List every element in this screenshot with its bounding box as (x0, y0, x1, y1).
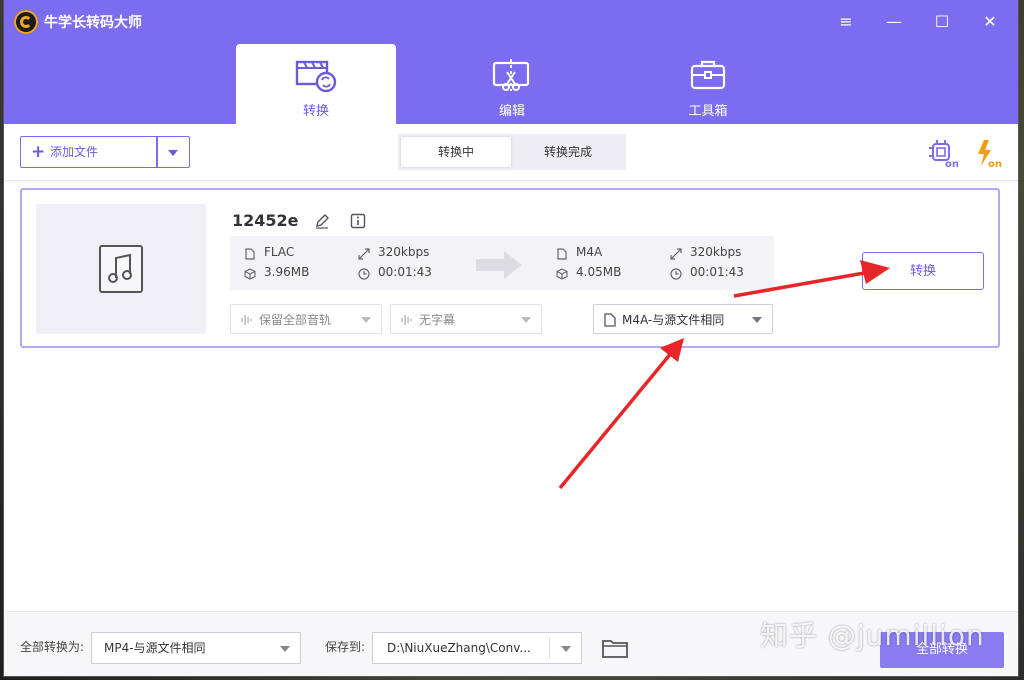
tab-convert[interactable]: 转换 (236, 44, 396, 124)
subtitle-select[interactable]: 无字幕 (390, 304, 542, 334)
save-path-value: D:\NiuXueZhang\Conv... (387, 641, 531, 655)
bitrate-icon (358, 248, 370, 260)
audio-wave-icon (241, 315, 252, 325)
source-size: 3.96MB (264, 265, 310, 279)
target-bitrate: 320kbps (690, 245, 742, 259)
chevron-down-icon (561, 646, 571, 652)
tab-convert-label: 转换 (302, 104, 329, 119)
svg-text:on: on (945, 159, 958, 168)
convert-arrow-icon (476, 251, 522, 279)
source-format: FLAC (264, 245, 295, 259)
target-bitrate-icon (670, 248, 682, 260)
convert-all-format-value: MP4-与源文件相同 (104, 641, 206, 655)
output-format-select[interactable]: M4A-与源文件相同 (593, 304, 773, 334)
tab-toolbox-label: 工具箱 (688, 104, 728, 119)
task-list: 12452e FLAC 3.96MB 320kbps 00:01:43 M4A … (4, 181, 1018, 611)
toolbox-icon (690, 60, 726, 90)
menu-button[interactable]: ≡ (832, 8, 860, 36)
app-title: 牛学长转码大师 (44, 15, 142, 31)
maximize-button[interactable]: ☐ (928, 8, 956, 36)
convert-all-to-label: 全部转换为: (20, 640, 85, 654)
add-file-button[interactable]: + 添加文件 (20, 136, 158, 168)
chevron-down-icon (280, 646, 290, 652)
edit-cut-icon (492, 59, 530, 91)
film-convert-icon (295, 60, 337, 93)
tab-toolbox[interactable]: 工具箱 (628, 44, 788, 124)
target-size-icon (556, 268, 568, 280)
folder-icon[interactable] (602, 638, 628, 658)
source-duration: 00:01:43 (378, 265, 432, 279)
app-logo-icon (14, 10, 38, 34)
subtitle-value: 无字幕 (419, 313, 456, 327)
audio-track-value: 保留全部音轨 (259, 313, 332, 327)
task-card[interactable]: 12452e FLAC 3.96MB 320kbps 00:01:43 M4A … (20, 188, 1000, 348)
file-thumbnail (36, 204, 206, 334)
file-size-icon (244, 268, 256, 280)
convert-button[interactable]: 转换 (862, 252, 984, 290)
rename-pencil-icon[interactable] (314, 213, 330, 229)
chevron-down-icon (752, 317, 762, 323)
toolbar: + 添加文件 转换中 转换完成 on on (4, 124, 1018, 181)
target-format-icon (557, 248, 567, 260)
target-clock-icon (670, 268, 682, 280)
save-to-label: 保存到: (325, 640, 366, 654)
source-bitrate: 320kbps (378, 245, 430, 259)
tab-converting[interactable]: 转换中 (401, 137, 511, 167)
watermark-text: 知乎 @jumillion (760, 619, 985, 652)
subtitle-wave-icon (401, 315, 412, 325)
add-file-dropdown[interactable] (156, 136, 190, 168)
file-name: 12452e (232, 211, 299, 230)
gpu-on-icon[interactable]: on (928, 138, 958, 168)
file-format-icon (245, 248, 255, 260)
info-icon[interactable] (350, 213, 366, 229)
target-size: 4.05MB (576, 265, 622, 279)
divider (549, 637, 550, 659)
target-format: M4A (576, 245, 603, 259)
add-file-label: 添加文件 (50, 145, 99, 159)
target-duration: 00:01:43 (690, 265, 744, 279)
minimize-button[interactable]: — (880, 8, 908, 36)
tab-edit-label: 编辑 (498, 104, 525, 119)
close-button[interactable]: ✕ (976, 8, 1004, 36)
document-icon (604, 313, 616, 327)
tab-converted[interactable]: 转换完成 (513, 137, 623, 167)
save-path-select[interactable]: D:\NiuXueZhang\Conv... (372, 632, 582, 664)
output-format-value: M4A-与源文件相同 (622, 313, 725, 327)
title-bar: 牛学长转码大师 ≡ — ☐ ✕ 转换 编辑 工具箱 (4, 0, 1018, 124)
plus-icon: + (31, 142, 46, 162)
speed-on-icon[interactable]: on (974, 138, 1004, 168)
svg-text:on: on (988, 159, 1002, 168)
clock-icon (358, 268, 370, 280)
convert-all-format-select[interactable]: MP4-与源文件相同 (91, 632, 301, 664)
chevron-down-icon (521, 317, 531, 323)
app-window: 牛学长转码大师 ≡ — ☐ ✕ 转换 编辑 工具箱 + 添加文件 转换中 转换完… (4, 0, 1018, 676)
audio-track-select[interactable]: 保留全部音轨 (230, 304, 382, 334)
music-file-icon (99, 245, 143, 293)
tab-edit[interactable]: 编辑 (432, 44, 592, 124)
format-info-panel: FLAC 3.96MB 320kbps 00:01:43 M4A 4.05MB … (230, 236, 774, 290)
status-segmented-control: 转换中 转换完成 (398, 134, 626, 170)
chevron-down-icon (361, 317, 371, 323)
